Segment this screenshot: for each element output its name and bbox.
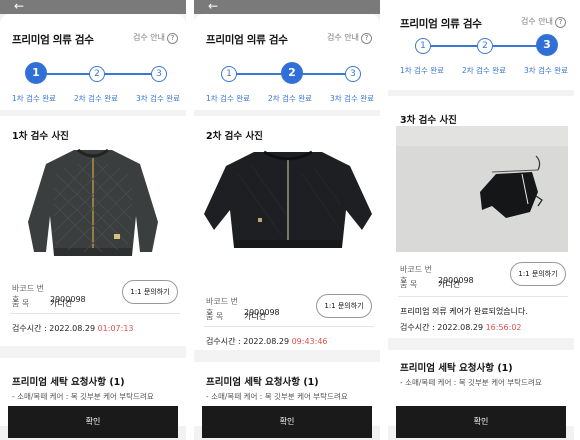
step-2-label: 2차 검수 완료	[268, 94, 313, 103]
page-title: 프리미엄 의류 검수	[12, 34, 94, 46]
step-progress: 1 2 3 1차 검수 완료 2차 검수 완료 3차 검수 완료	[0, 58, 186, 108]
inspection-guide-label: 검수 안내	[133, 33, 165, 42]
inspection-time-label: 검수시간 :	[400, 323, 438, 332]
inspection-date: 2022.08.29	[49, 324, 96, 333]
inspection-guide-label: 검수 안내	[521, 17, 553, 26]
item-value: 가디건	[438, 280, 461, 289]
step-1-circle: 1	[25, 62, 47, 84]
help-icon: ?	[361, 33, 372, 44]
step-1-circle: 1	[415, 38, 431, 54]
step-2-label: 2차 검수 완료	[74, 94, 119, 103]
request-item: - 소매/목떼 케어 : 목 깃부분 케어 부탁드려요	[12, 392, 154, 401]
completion-message: 프리미엄 의류 케어가 완료되었습니다.	[400, 307, 528, 316]
photo-section-title: 1차 검수 사진	[12, 131, 69, 142]
cardigan-photo-image	[202, 144, 374, 264]
cardigan-photo-image	[8, 144, 180, 264]
inspection-date: 2022.08.29	[437, 323, 484, 332]
step-1-label: 1차 검수 완료	[12, 94, 57, 103]
section-divider	[0, 346, 186, 358]
inspection-sheet: 프리미엄 의류 검수 검수 안내? 1 2 3 1차 검수 완료 2차 검수 완…	[0, 14, 186, 426]
back-arrow-icon[interactable]: ←	[14, 0, 24, 13]
step-1-label: 1차 검수 완료	[206, 94, 251, 103]
photo-section-title: 3차 검수 사진	[400, 115, 457, 126]
step-1-circle: 1	[221, 66, 237, 82]
inspection-photo[interactable]	[202, 144, 374, 264]
back-arrow-icon[interactable]: ←	[208, 0, 218, 13]
step-2-circle: 2	[477, 38, 493, 54]
inspection-clock: 01:07:13	[97, 324, 134, 333]
request-title: 프리미엄 세탁 요청사항 (1)	[400, 363, 513, 374]
step-3-label: 3차 검수 완료	[330, 94, 375, 103]
request-title: 프리미엄 세탁 요청사항 (1)	[12, 377, 125, 388]
inspection-guide-link[interactable]: 검수 안내?	[327, 32, 372, 44]
inquiry-button[interactable]: 1:1 문의하기	[316, 294, 372, 318]
confirm-button[interactable]: 확인	[202, 406, 372, 438]
inspection-panel-2: ← 프리미엄 의류 검수 검수 안내? 1 2 3 1차 검수 완료 2차 검수…	[194, 0, 380, 440]
inspection-time-label: 검수시간 :	[206, 337, 244, 346]
item-label: 품 목	[400, 280, 418, 289]
sheet-header: 프리미엄 의류 검수 검수 안내?	[12, 30, 178, 48]
inspection-time: 검수시간 : 2022.08.29 01:07:13	[12, 323, 134, 334]
request-item: - 소매/목떼 케어 : 목 깃부분 케어 부탁드려요	[206, 392, 348, 401]
inspection-time: 검수시간 : 2022.08.29 09:43:46	[206, 336, 328, 347]
row-divider	[398, 296, 568, 297]
step-3-circle: 3	[345, 66, 361, 82]
section-divider	[194, 110, 380, 116]
inspection-panel-1: ← 프리미엄 의류 검수 검수 안내? 1 2 3 1차 검수 완료 2차 검수…	[0, 0, 186, 440]
confirm-button[interactable]: 확인	[8, 406, 178, 438]
inspection-panel-3: 프리미엄 의류 검수 검수 안내? 1 2 3 1차 검수 완료 2차 검수 완…	[388, 0, 574, 440]
row-divider	[204, 326, 374, 327]
confirm-button[interactable]: 확인	[396, 406, 566, 438]
sheet-header: 프리미엄 의류 검수 검수 안내?	[206, 30, 372, 48]
item-label: 품 목	[206, 312, 224, 321]
inspection-guide-link[interactable]: 검수 안내?	[133, 32, 178, 44]
step-3-label: 3차 검수 완료	[524, 66, 569, 75]
help-icon: ?	[555, 17, 566, 28]
top-bar: ←	[0, 0, 186, 14]
inspection-guide-link[interactable]: 검수 안내?	[521, 16, 566, 28]
item-value: 가디건	[50, 299, 73, 308]
inspection-clock: 16:56:02	[485, 323, 522, 332]
step-1-label: 1차 검수 완료	[400, 66, 445, 75]
step-2-circle: 2	[281, 62, 303, 84]
row-divider	[10, 313, 180, 314]
step-3-circle: 3	[536, 34, 558, 56]
step-3-circle: 3	[151, 66, 167, 82]
step-2-label: 2차 검수 완료	[462, 66, 507, 75]
inspection-photo[interactable]	[396, 126, 568, 252]
top-bar: ←	[194, 0, 380, 14]
item-row: 품 목 가디건	[206, 311, 266, 322]
inquiry-button[interactable]: 1:1 문의하기	[122, 280, 178, 304]
inspection-sheet: 프리미엄 의류 검수 검수 안내? 1 2 3 1차 검수 완료 2차 검수 완…	[194, 14, 380, 426]
inquiry-button[interactable]: 1:1 문의하기	[510, 262, 566, 286]
section-divider	[388, 90, 574, 96]
item-value: 가디건	[244, 312, 267, 321]
section-divider	[388, 338, 574, 350]
help-icon: ?	[167, 33, 178, 44]
photo-section-title: 2차 검수 사진	[206, 131, 263, 142]
item-label: 품 목	[12, 299, 30, 308]
cardigan-photo-image	[396, 126, 568, 252]
section-divider	[194, 350, 380, 362]
inspection-clock: 09:43:46	[291, 337, 328, 346]
step-progress: 1 2 3 1차 검수 완료 2차 검수 완료 3차 검수 완료	[388, 30, 574, 80]
section-divider	[0, 110, 186, 116]
inspection-time: 검수시간 : 2022.08.29 16:56:02	[400, 322, 522, 333]
item-row: 품 목 가디건	[12, 298, 72, 309]
inspection-sheet: 프리미엄 의류 검수 검수 안내? 1 2 3 1차 검수 완료 2차 검수 완…	[388, 0, 574, 426]
page-title: 프리미엄 의류 검수	[400, 18, 482, 30]
request-title: 프리미엄 세탁 요청사항 (1)	[206, 377, 319, 388]
request-item: - 소매/목떼 케어 : 목 깃부분 케어 부탁드려요	[400, 378, 542, 387]
step-3-label: 3차 검수 완료	[136, 94, 181, 103]
inspection-photo[interactable]	[8, 144, 180, 264]
step-2-circle: 2	[89, 66, 105, 82]
inspection-time-label: 검수시간 :	[12, 324, 50, 333]
step-progress: 1 2 3 1차 검수 완료 2차 검수 완료 3차 검수 완료	[194, 58, 380, 108]
inspection-date: 2022.08.29	[243, 337, 290, 346]
inspection-guide-label: 검수 안내	[327, 33, 359, 42]
item-row: 품 목 가디건	[400, 279, 460, 290]
page-title: 프리미엄 의류 검수	[206, 34, 288, 46]
